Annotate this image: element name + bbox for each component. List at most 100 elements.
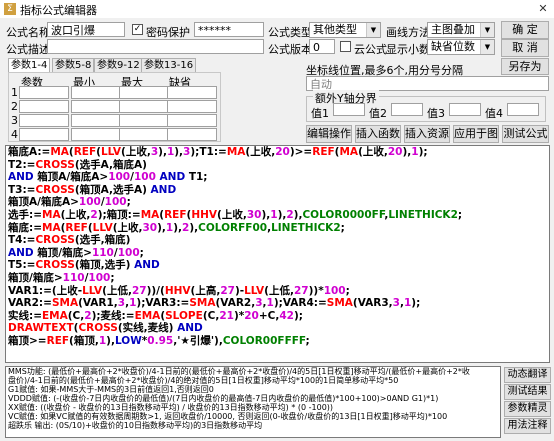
code-token: );VAR4:= bbox=[273, 297, 327, 310]
formula-version-input[interactable]: 0 bbox=[309, 39, 335, 54]
param-min-field[interactable] bbox=[71, 86, 121, 99]
insert-function-button[interactable]: 插入函数 bbox=[355, 125, 401, 143]
code-token: EMA bbox=[134, 309, 161, 322]
cancel-button[interactable]: 取 消 bbox=[501, 39, 549, 57]
code-token: MA bbox=[226, 146, 246, 158]
help-line: 超跌乐 输出: (0S/10)+收盘价的10日指数移动平均)的3日指数移动平均 bbox=[8, 421, 263, 430]
code-token: )- bbox=[234, 284, 245, 297]
param-min-field[interactable] bbox=[71, 100, 121, 113]
dynamic-translate-button[interactable]: 动态翻译 bbox=[504, 367, 551, 383]
param-max-field[interactable] bbox=[119, 100, 169, 113]
chevron-down-icon: ▼ bbox=[480, 40, 494, 54]
code-token: REF bbox=[46, 334, 70, 347]
code-token: 箱底A:= bbox=[8, 146, 51, 158]
draw-method-value: 主图叠加 bbox=[431, 23, 475, 36]
extra-y-value1-label: 值1 bbox=[311, 107, 329, 120]
extra-y-value4-input[interactable] bbox=[507, 103, 539, 116]
coord-line-input[interactable]: 自动 bbox=[306, 76, 549, 91]
param-wizard-button[interactable]: 参数精灵 bbox=[504, 401, 551, 417]
code-token: MA bbox=[339, 146, 359, 158]
test-result-button[interactable]: 测试结果 bbox=[504, 384, 551, 400]
code-token: EMA bbox=[42, 309, 68, 322]
chevron-down-icon: ▼ bbox=[480, 23, 494, 37]
code-token: 箱顶>= bbox=[8, 334, 47, 347]
tab-params-5-8[interactable]: 参数5-8 bbox=[52, 58, 95, 73]
code-token: 100 bbox=[78, 196, 101, 209]
code-token: 箱底:= bbox=[8, 221, 42, 234]
code-token: ; bbox=[457, 208, 463, 221]
code-token: ); bbox=[418, 146, 428, 158]
param-name-field[interactable] bbox=[19, 114, 69, 127]
code-token: ; bbox=[126, 196, 131, 209]
code-token: (VAR2, bbox=[215, 297, 256, 310]
param-max-field[interactable] bbox=[119, 114, 169, 127]
param-default-field[interactable] bbox=[167, 114, 217, 127]
param-row-number: 4 bbox=[11, 128, 18, 141]
code-token: 1 bbox=[270, 208, 278, 221]
formula-code-editor[interactable]: 箱底A:=MA(REF(LLV(上收,3),1),3);T1:=MA(上收,20… bbox=[5, 145, 550, 363]
code-line: 箱底:=MA(REF(LLV(上收,30),1),2),COLORFF00,LI… bbox=[6, 222, 549, 235]
tab-params-13-16[interactable]: 参数13-16 bbox=[141, 58, 197, 73]
apply-to-chart-button[interactable]: 应用于图 bbox=[453, 125, 499, 143]
insert-resource-button[interactable]: 插入资源 bbox=[404, 125, 450, 143]
param-max-field[interactable] bbox=[119, 128, 169, 141]
code-line: 箱顶A/箱底A>100/100; bbox=[6, 196, 549, 209]
formula-type-select[interactable]: 其他类型 ▼ bbox=[309, 22, 381, 38]
cloud-formula-checkbox[interactable] bbox=[340, 41, 351, 52]
code-token: )* bbox=[233, 309, 245, 322]
code-token: ), bbox=[158, 146, 167, 158]
code-token: CROSS bbox=[78, 322, 118, 335]
code-token: ), bbox=[189, 221, 199, 234]
code-line: T2:=CROSS(选手A,箱底A) bbox=[6, 159, 549, 172]
code-token: COLOR00FFFF bbox=[222, 334, 306, 347]
param-name-field[interactable] bbox=[19, 86, 69, 99]
decimals-select[interactable]: 缺省位数 ▼ bbox=[427, 39, 495, 55]
save-as-button[interactable]: 另存为 bbox=[501, 58, 549, 75]
code-token: 27 bbox=[293, 284, 309, 297]
extra-y-value3-input[interactable] bbox=[449, 103, 481, 116]
formula-name-input[interactable]: 波口引爆 bbox=[47, 22, 125, 37]
help-line: G1赋值: 如果-MMS大于-MMS的3日前值返回1,否则返回0 bbox=[8, 385, 214, 394]
code-token: 100 bbox=[133, 171, 156, 184]
param-max-field[interactable] bbox=[119, 86, 169, 99]
code-token: (VAR1, bbox=[78, 297, 118, 310]
usage-notes-button[interactable]: 用法注释 bbox=[504, 418, 551, 434]
code-token: ), bbox=[173, 221, 183, 234]
code-token: ); bbox=[293, 309, 303, 322]
code-token: ; bbox=[340, 221, 345, 234]
ok-button[interactable]: 确 定 bbox=[501, 21, 549, 39]
code-token: ); bbox=[411, 297, 421, 310]
code-token: (上收, bbox=[60, 208, 91, 221]
param-name-field[interactable] bbox=[19, 100, 69, 113]
code-token: )>= bbox=[289, 146, 313, 158]
formula-desc-input[interactable] bbox=[47, 39, 264, 54]
tab-params-9-12[interactable]: 参数9-12 bbox=[94, 58, 143, 73]
code-token: LLV bbox=[92, 221, 113, 234]
code-token: (C, bbox=[202, 309, 220, 322]
code-token: ), bbox=[106, 334, 115, 347]
param-default-field[interactable] bbox=[167, 100, 217, 113]
app-icon: Σ bbox=[4, 3, 16, 15]
code-token: HHV bbox=[164, 284, 191, 297]
draw-method-select[interactable]: 主图叠加 ▼ bbox=[427, 22, 495, 38]
code-line: 箱顶>=REF(箱顶,1),LOW*0.95,'★引爆'),COLOR00FFF… bbox=[6, 335, 549, 348]
password-input[interactable]: ****** bbox=[194, 22, 264, 37]
close-icon[interactable]: ✕ bbox=[536, 2, 550, 15]
param-min-field[interactable] bbox=[71, 128, 121, 141]
extra-y-value2-input[interactable] bbox=[391, 103, 423, 116]
password-label: 密码保护 bbox=[146, 26, 190, 39]
param-default-field[interactable] bbox=[167, 128, 217, 141]
param-name-field[interactable] bbox=[19, 128, 69, 141]
code-token: 3 bbox=[255, 297, 263, 310]
test-formula-button[interactable]: 测试公式 bbox=[502, 125, 549, 143]
edit-operation-button[interactable]: 编辑操作 bbox=[306, 125, 352, 143]
param-default-field[interactable] bbox=[167, 86, 217, 99]
code-token: (上收, bbox=[358, 146, 388, 158]
param-min-field[interactable] bbox=[71, 114, 121, 127]
code-token: SMA bbox=[189, 297, 216, 310]
extra-y-value4-label: 值4 bbox=[485, 107, 503, 120]
extra-y-value1-input[interactable] bbox=[333, 103, 365, 116]
password-checkbox[interactable]: ✓ bbox=[132, 24, 143, 35]
code-token: 箱顶/箱底> bbox=[8, 271, 63, 284]
code-token: REF bbox=[164, 208, 187, 221]
